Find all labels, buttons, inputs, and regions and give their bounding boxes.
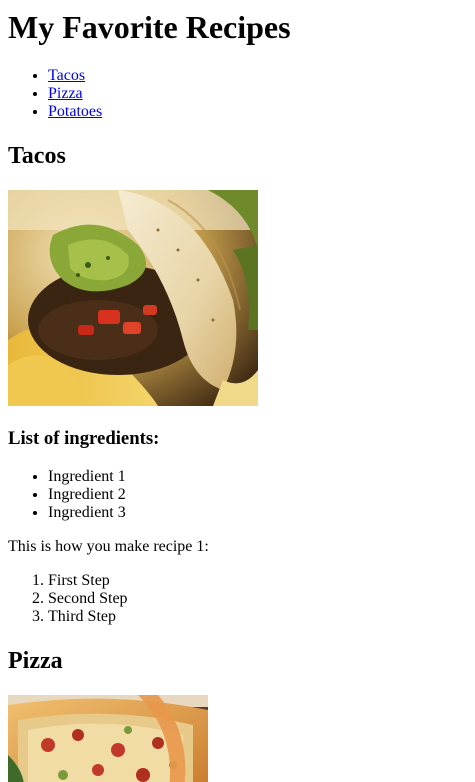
recipe-title-pizza: Pizza — [8, 648, 63, 674]
list-item: Ingredient 2 — [48, 486, 467, 504]
list-item: Second Step — [48, 590, 467, 608]
recipe-pizza: Pizza — [8, 647, 467, 782]
ingredients-heading: List of ingredients: — [8, 428, 160, 449]
recipe-tacos: Tacos List of ingredients: • Ingredient … — [8, 142, 467, 626]
page-title: My Favorite Recipes — [8, 9, 291, 45]
nav-item-tacos: Tacos — [48, 67, 467, 85]
pizza-photo — [8, 695, 208, 782]
nav-item-potatoes: Potatoes — [48, 103, 467, 121]
method-intro: This is how you make recipe 1: — [8, 538, 209, 555]
list-item: Third Step — [48, 608, 467, 626]
nav-link-tacos[interactable]: Tacos — [48, 67, 85, 84]
ingredient-list: Ingredient 1 Ingredient 2 Ingredient 3 — [8, 468, 467, 522]
recipe-title-tacos: Tacos — [8, 143, 66, 169]
nav-link-potatoes[interactable]: Potatoes — [48, 103, 102, 120]
list-item: Ingredient 1 — [48, 468, 467, 486]
list-item: First Step — [48, 572, 467, 590]
nav-item-pizza: Pizza — [48, 85, 467, 103]
tacos-photo — [8, 190, 258, 406]
list-item: Ingredient 3 — [48, 504, 467, 522]
step-list: First Step Second Step Third Step — [8, 572, 467, 626]
recipe-nav: Tacos Pizza Potatoes — [8, 67, 467, 121]
recipes-page: My Favorite Recipes Tacos Pizza Potatoes… — [0, 8, 475, 782]
nav-link-pizza[interactable]: Pizza — [48, 85, 83, 102]
